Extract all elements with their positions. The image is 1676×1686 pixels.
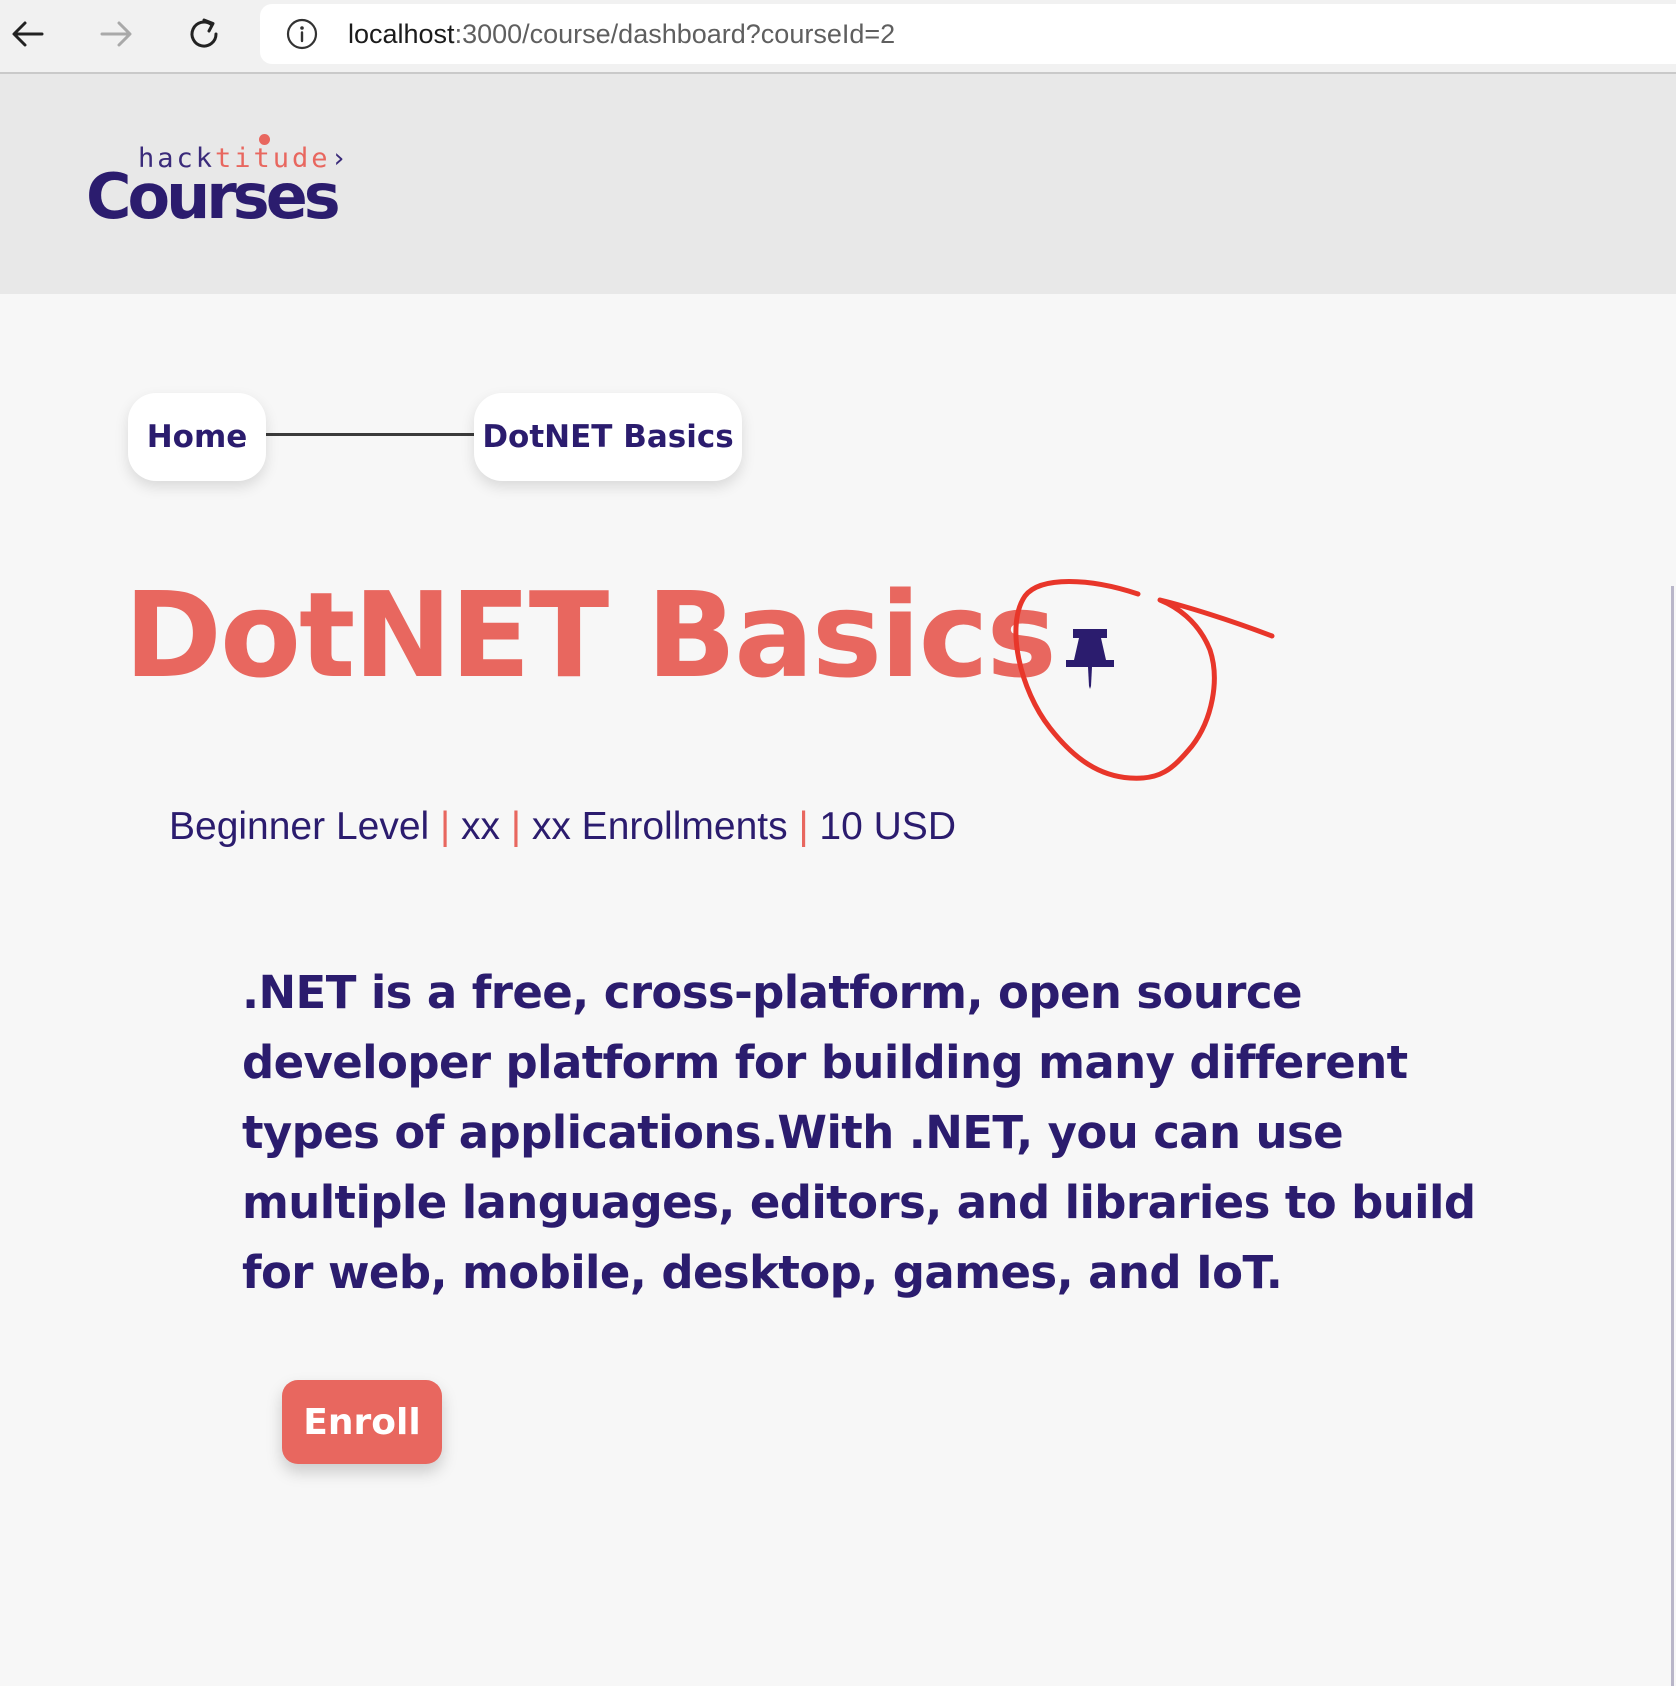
url-text[interactable]: localhost:3000/course/dashboard?courseId… [348,18,895,50]
breadcrumb-current[interactable]: DotNET Basics [474,393,742,481]
course-meta: Beginner Level | xx | xx Enrollments | 1… [169,800,956,854]
back-button[interactable] [6,12,50,56]
page-title: DotNET Basics [124,566,1057,704]
site-logo[interactable]: hacktitude› Courses [86,144,366,244]
logo-dot [259,134,270,145]
scrollbar[interactable] [1671,586,1674,1686]
breadcrumb-home[interactable]: Home [128,393,266,481]
forward-arrow-icon [100,21,132,47]
reload-button[interactable] [182,12,226,56]
meta-separator: | [440,805,451,848]
address-bar[interactable]: localhost:3000/course/dashboard?courseId… [260,4,1676,64]
browser-toolbar: localhost:3000/course/dashboard?courseId… [0,0,1676,74]
pin-icon[interactable] [1062,626,1118,692]
course-enrollments: xx Enrollments [531,805,788,848]
url-host: localhost [348,19,455,49]
info-icon[interactable] [286,18,318,50]
back-arrow-icon [12,21,44,47]
logo-courses-text: Courses [86,160,341,233]
reload-icon [190,18,218,48]
course-description: .NET is a free, cross-platform, open sou… [242,966,1476,1299]
breadcrumb-connector [262,433,476,436]
meta-separator: | [510,805,521,848]
enroll-button[interactable]: Enroll [282,1380,442,1464]
course-price: 10 USD [819,805,956,848]
url-path: :3000/course/dashboard?courseId=2 [454,19,896,49]
course-level: Beginner Level [169,805,430,848]
course-meta-item: xx [461,805,501,848]
meta-separator: | [798,805,809,848]
site-header: hacktitude› Courses [0,74,1676,294]
forward-button[interactable] [94,12,138,56]
